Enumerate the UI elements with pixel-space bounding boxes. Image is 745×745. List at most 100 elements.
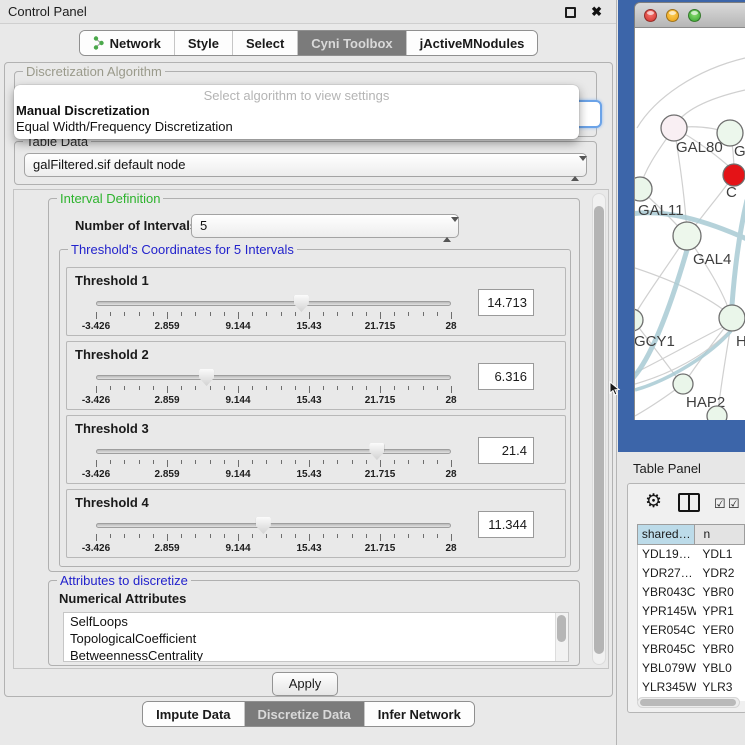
slider-track[interactable]	[96, 449, 451, 454]
slider-track[interactable]	[96, 523, 451, 528]
tick-label: -3.426	[82, 395, 110, 406]
tick-mark	[451, 460, 452, 467]
tab-label: Network	[110, 36, 161, 51]
attribute-item-betweennesscentrality[interactable]: BetweennessCentrality	[64, 647, 568, 662]
attributes-scrollbar-thumb[interactable]	[557, 615, 566, 642]
slider-track[interactable]	[96, 375, 451, 380]
tab-select[interactable]: Select	[232, 31, 297, 55]
zoom-traffic-light-icon[interactable]	[688, 9, 701, 22]
table-rows[interactable]: YDL19…YDL1YDR27…YDR2YBR043CYBR0YPR145WYP…	[637, 545, 745, 701]
network-window-titlebar[interactable]	[634, 2, 745, 28]
tick-mark	[195, 386, 196, 390]
tick-label: 15.43	[296, 321, 321, 332]
network-node-gal4[interactable]	[673, 222, 701, 250]
numerical-attributes-title: Numerical Attributes	[59, 591, 186, 606]
threshold-value-field[interactable]: 6.316	[478, 363, 534, 390]
tick-mark	[437, 312, 438, 316]
table-data-combo-value: galFiltered.sif default node	[33, 157, 185, 172]
tick-mark	[366, 312, 367, 316]
network-node-gal80[interactable]	[661, 115, 687, 141]
cytoscape-desktop: GAL80GCGAL11GAL4GCY1HHAP2	[618, 0, 745, 452]
number-of-intervals-combo[interactable]: 5	[191, 214, 459, 238]
table-row[interactable]: YER054CYER0	[638, 621, 745, 640]
control-panel: Control Panel ✖ NetworkStyleSelectCyni T…	[0, 0, 617, 745]
tab-label: Impute Data	[156, 707, 230, 722]
panel-vertical-scrollbar[interactable]	[592, 193, 606, 665]
threshold-slider[interactable]: -3.4262.8599.14415.4321.71528	[96, 520, 451, 554]
column-header-shared-name[interactable]: shared…	[637, 524, 695, 545]
attribute-item-selfloops[interactable]: SelfLoops	[64, 613, 568, 630]
attributes-scrollbar[interactable]	[555, 613, 568, 661]
attribute-item-topologicalcoefficient[interactable]: TopologicalCoefficient	[64, 630, 568, 647]
node-label: GAL4	[693, 251, 731, 268]
close-traffic-light-icon[interactable]	[644, 9, 657, 22]
slider-thumb[interactable]	[294, 295, 309, 312]
tick-mark	[408, 386, 409, 390]
network-icon	[93, 35, 105, 51]
slider-track[interactable]	[96, 301, 451, 306]
threshold-value-field[interactable]: 11.344	[478, 511, 534, 538]
network-node-hap2[interactable]	[673, 374, 693, 394]
apply-button[interactable]: Apply	[272, 672, 338, 696]
threshold-slider[interactable]: -3.4262.8599.14415.4321.71528	[96, 372, 451, 406]
panel-scrollbar-thumb[interactable]	[594, 206, 604, 654]
tick-mark	[352, 534, 353, 538]
threshold-value-field[interactable]: 21.4	[478, 437, 534, 464]
numerical-attributes-list[interactable]: SelfLoopsTopologicalCoefficientBetweenne…	[63, 612, 569, 662]
minimize-traffic-light-icon[interactable]	[666, 9, 679, 22]
table-row[interactable]: YLR345WYLR3	[638, 678, 745, 697]
network-node-gal11[interactable]	[635, 177, 652, 201]
node-label: GAL80	[676, 139, 723, 156]
tab-cyni-toolbox[interactable]: Cyni Toolbox	[297, 31, 405, 55]
tab-impute-data[interactable]: Impute Data	[143, 702, 243, 726]
table-row[interactable]: YDR27…YDR2	[638, 564, 745, 583]
tab-infer-network[interactable]: Infer Network	[364, 702, 474, 726]
network-node[interactable]	[707, 406, 727, 420]
table-row[interactable]: YBL079WYBL0	[638, 659, 745, 678]
slider-thumb[interactable]	[199, 369, 214, 386]
column-header-name[interactable]: n	[695, 524, 745, 545]
network-view-window[interactable]: GAL80GCGAL11GAL4GCY1HHAP2	[634, 2, 745, 420]
table-data-combo[interactable]: galFiltered.sif default node	[24, 153, 587, 177]
table-hscroll-thumb[interactable]	[640, 699, 736, 706]
node-label: C	[726, 184, 737, 201]
interval-definition-group: Interval Definition Number of Intervals …	[48, 198, 580, 572]
table-row[interactable]: YDL19…YDL1	[638, 545, 745, 564]
tab-discretize-data[interactable]: Discretize Data	[244, 702, 364, 726]
tab-network[interactable]: Network	[80, 31, 174, 55]
node-label: GAL11	[638, 202, 684, 219]
algorithm-option-equal-width-frequency-discretization[interactable]: Equal Width/Frequency Discretization	[14, 119, 579, 135]
table-row[interactable]: YBR045CYBR0	[638, 640, 745, 659]
table-horizontal-scrollbar[interactable]	[637, 697, 740, 708]
tick-mark	[124, 386, 125, 390]
table-row[interactable]: YPR145WYPR1	[638, 602, 745, 621]
tick-mark	[408, 460, 409, 464]
gear-icon[interactable]: ⚙	[645, 490, 662, 513]
network-node-c[interactable]	[723, 164, 745, 186]
table-row[interactable]: YBR043CYBR0	[638, 583, 745, 602]
tick-mark	[252, 312, 253, 316]
tab-style[interactable]: Style	[174, 31, 232, 55]
float-window-icon[interactable]	[565, 7, 576, 18]
threshold-slider[interactable]: -3.4262.8599.14415.4321.71528	[96, 298, 451, 332]
tab-jactivemnodules[interactable]: jActiveMNodules	[406, 31, 538, 55]
slider-thumb[interactable]	[256, 517, 271, 534]
attribute-items: SelfLoopsTopologicalCoefficientBetweenne…	[64, 613, 568, 662]
combo-spinner-icon	[443, 219, 452, 241]
split-pane-icon[interactable]	[678, 493, 700, 512]
algorithm-option-manual-discretization[interactable]: Manual Discretization	[14, 103, 579, 119]
tick-mark	[252, 386, 253, 390]
threshold-slider[interactable]: -3.4262.8599.14415.4321.71528	[96, 446, 451, 480]
slider-thumb[interactable]	[369, 443, 384, 460]
network-node-h[interactable]	[719, 305, 745, 331]
network-canvas[interactable]: GAL80GCGAL11GAL4GCY1HHAP2	[634, 28, 745, 420]
checkbox-icon[interactable]: ☑	[714, 496, 726, 512]
tick-mark	[195, 460, 196, 464]
tick-label: 9.144	[225, 469, 250, 480]
tick-mark	[281, 386, 282, 390]
threshold-value-field[interactable]: 14.713	[478, 289, 534, 316]
cell-shared-name: YDR27…	[638, 564, 696, 583]
close-icon[interactable]: ✖	[591, 4, 602, 20]
network-node-gcy1[interactable]	[635, 309, 643, 331]
checkbox-icon[interactable]: ☑	[728, 496, 740, 512]
